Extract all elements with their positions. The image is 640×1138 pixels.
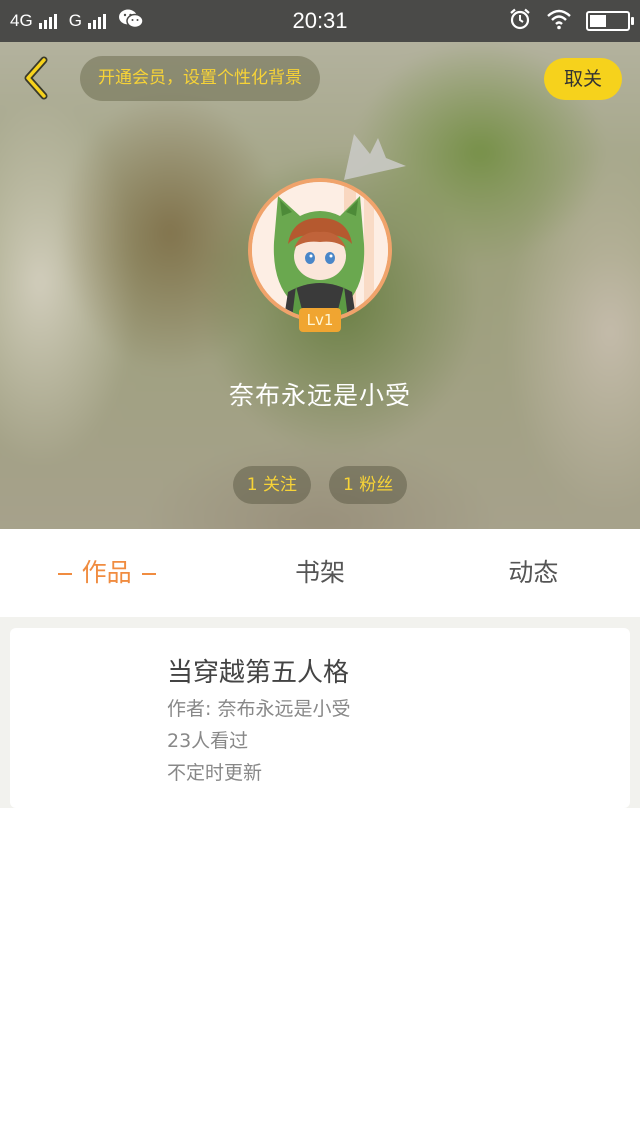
followers-count[interactable]: 1 粉丝 [329,466,408,504]
work-card[interactable]: 当穿越第五人格 作者: 奈布永远是小受 23人看过 不定时更新 [10,628,630,808]
tab-active-indicator-left [57,573,72,575]
vip-background-banner[interactable]: 开通会员，设置个性化背景 [80,56,320,101]
chevron-left-icon [24,56,48,100]
avatar[interactable] [248,178,392,322]
battery-icon [586,11,634,31]
tab-active-indicator-right [141,573,156,575]
back-button[interactable] [14,56,58,100]
profile-header: 开通会员，设置个性化背景 取关 Lv1 奈布永远是小受 1 关注 1 粉丝 [0,42,640,529]
status-right [508,0,634,42]
following-count[interactable]: 1 关注 [232,466,311,504]
tab-activity-label: 动态 [508,558,559,587]
status-bar: 4G G 20:31 [0,0,640,42]
tab-works[interactable]: 作品 [0,529,213,617]
username: 奈布永远是小受 [228,381,411,410]
unfollow-button[interactable]: 取关 [544,58,622,100]
level-badge: Lv1 [299,308,341,332]
tab-activity[interactable]: 动态 [427,529,640,617]
profile-page: 4G G 20:31 开通会员，设置个性化背景 取关 Lv1 奈布永远是小受 1… [0,0,640,1138]
work-update-frequency: 不定时更新 [167,762,263,784]
avatar-wrap [248,178,392,322]
work-title: 当穿越第五人格 [167,658,350,688]
work-author: 作者: 奈布永远是小受 [167,698,351,720]
tab-bookshelf-label: 书架 [294,558,345,587]
tab-bookshelf[interactable]: 书架 [213,529,426,617]
wifi-icon [546,8,572,34]
follow-stats: 1 关注 1 粉丝 [0,466,640,504]
tab-works-label: 作品 [81,558,132,587]
battery-level [590,15,607,27]
alarm-icon [508,7,532,35]
profile-tabs: 作品 书架 动态 [0,529,640,617]
work-views: 23人看过 [167,730,249,752]
